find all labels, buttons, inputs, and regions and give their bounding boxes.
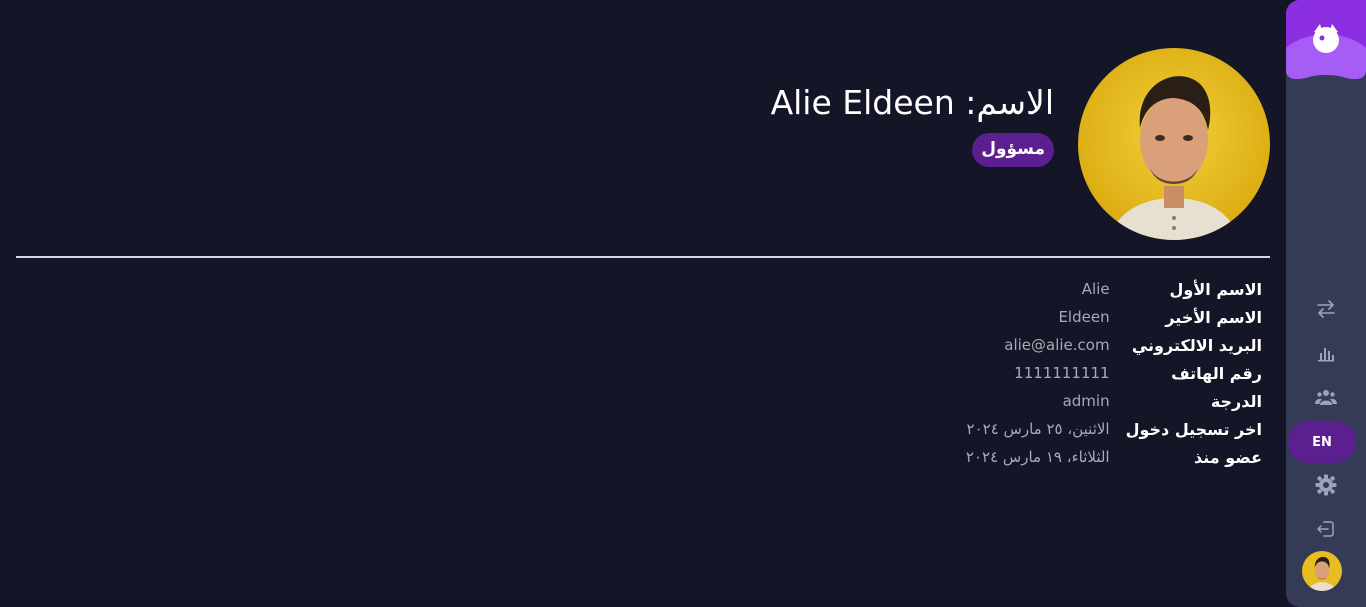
- detail-label: عضو منذ: [1194, 447, 1262, 467]
- bar-chart-icon[interactable]: [1306, 339, 1346, 367]
- detail-row-last-login: اخر تسجيل دخول الاثنين، ٢٥ مارس ٢٠٢٤: [966, 415, 1262, 443]
- name-value: Alie Eldeen: [770, 83, 955, 122]
- detail-value: admin: [1062, 392, 1110, 410]
- detail-label: رقم الهاتف: [1171, 363, 1262, 383]
- profile-name: الاسم: Alie Eldeen: [771, 83, 1054, 123]
- sidebar: EN: [1286, 0, 1366, 607]
- profile-details: الاسم الأول Alie الاسم الأخير Eldeen الب…: [966, 275, 1262, 471]
- detail-value: Alie: [1081, 280, 1110, 298]
- detail-label: اخر تسجيل دخول: [1125, 419, 1262, 439]
- detail-value: Eldeen: [1058, 308, 1110, 326]
- detail-row-phone: رقم الهاتف 1111111111: [966, 359, 1262, 387]
- transfer-icon[interactable]: [1306, 295, 1346, 323]
- detail-label: الاسم الأخير: [1165, 307, 1262, 327]
- profile-avatar: [1078, 48, 1270, 240]
- settings-icon[interactable]: [1306, 471, 1346, 499]
- detail-row-role: الدرجة admin: [966, 387, 1262, 415]
- language-toggle-button[interactable]: EN: [1288, 421, 1356, 463]
- profile-page: الاسم: Alie Eldeen مسؤول الاسم الأول Ali…: [0, 0, 1286, 607]
- name-label: الاسم:: [965, 83, 1054, 122]
- detail-value: alie@alie.com: [1004, 336, 1110, 354]
- detail-label: الدرجة: [1210, 391, 1262, 411]
- detail-row-email: البريد الالكتروني alie@alie.com: [966, 331, 1262, 359]
- detail-row-last-name: الاسم الأخير Eldeen: [966, 303, 1262, 331]
- detail-value: الثلاثاء، ١٩ مارس ٢٠٢٤: [965, 448, 1110, 466]
- detail-label: الاسم الأول: [1169, 279, 1262, 299]
- detail-value: 1111111111: [1014, 364, 1110, 382]
- detail-row-member-since: عضو منذ الثلاثاء، ١٩ مارس ٢٠٢٤: [966, 443, 1262, 471]
- role-badge: مسؤول: [972, 133, 1054, 167]
- profile-header-text: الاسم: Alie Eldeen مسؤول: [771, 83, 1054, 167]
- users-icon[interactable]: [1306, 383, 1346, 411]
- profile-header: الاسم: Alie Eldeen مسؤول: [771, 48, 1270, 240]
- logout-icon[interactable]: [1306, 515, 1346, 543]
- app-logo[interactable]: [1286, 0, 1366, 80]
- detail-row-first-name: الاسم الأول Alie: [966, 275, 1262, 303]
- detail-value: الاثنين، ٢٥ مارس ٢٠٢٤: [966, 420, 1110, 438]
- divider: [16, 256, 1270, 258]
- user-avatar[interactable]: [1302, 551, 1342, 591]
- detail-label: البريد الالكتروني: [1131, 335, 1262, 355]
